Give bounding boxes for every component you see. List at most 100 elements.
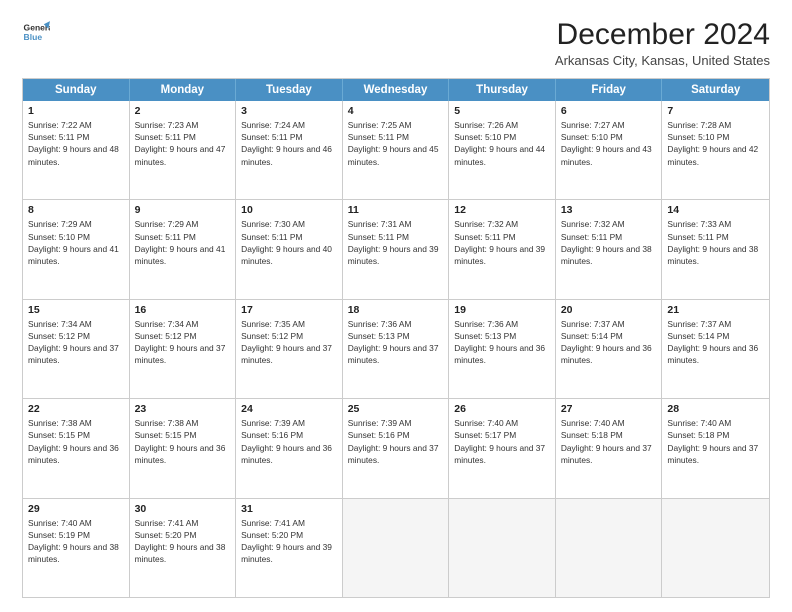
day-number: 29 (28, 503, 124, 515)
calendar-week-3: 15 Sunrise: 7:34 AM Sunset: 5:12 PM Dayli… (23, 299, 769, 398)
cell-info: Sunrise: 7:37 AM Sunset: 5:14 PM Dayligh… (667, 318, 764, 367)
calendar-cell: 28 Sunrise: 7:40 AM Sunset: 5:18 PM Dayli… (662, 399, 769, 497)
calendar: SundayMondayTuesdayWednesdayThursdayFrid… (22, 78, 770, 598)
day-number: 13 (561, 204, 657, 216)
day-number: 21 (667, 304, 764, 316)
calendar-cell (343, 499, 450, 597)
calendar-cell: 21 Sunrise: 7:37 AM Sunset: 5:14 PM Dayli… (662, 300, 769, 398)
header-day-sunday: Sunday (23, 79, 130, 101)
calendar-cell: 3Sunrise: 7:24 AM Sunset: 5:11 PM Daylig… (236, 101, 343, 199)
cell-info: Sunrise: 7:38 AM Sunset: 5:15 PM Dayligh… (135, 417, 231, 466)
day-number: 27 (561, 403, 657, 415)
calendar-cell: 24 Sunrise: 7:39 AM Sunset: 5:16 PM Dayli… (236, 399, 343, 497)
cell-info: Sunrise: 7:40 AM Sunset: 5:18 PM Dayligh… (667, 417, 764, 466)
day-number: 4 (348, 105, 444, 117)
calendar-cell: 31 Sunrise: 7:41 AM Sunset: 5:20 PM Dayli… (236, 499, 343, 597)
calendar-header: SundayMondayTuesdayWednesdayThursdayFrid… (23, 79, 769, 101)
cell-info: Sunrise: 7:36 AM Sunset: 5:13 PM Dayligh… (348, 318, 444, 367)
day-number: 9 (135, 204, 231, 216)
cell-info: Sunrise: 7:32 AM Sunset: 5:11 PM Dayligh… (454, 218, 550, 267)
calendar-cell: 20Sunrise: 7:37 AM Sunset: 5:14 PM Dayli… (556, 300, 663, 398)
day-number: 28 (667, 403, 764, 415)
header-day-tuesday: Tuesday (236, 79, 343, 101)
day-number: 23 (135, 403, 231, 415)
header-day-friday: Friday (556, 79, 663, 101)
day-number: 31 (241, 503, 337, 515)
header-day-saturday: Saturday (662, 79, 769, 101)
day-number: 17 (241, 304, 337, 316)
cell-info: Sunrise: 7:25 AM Sunset: 5:11 PM Dayligh… (348, 119, 444, 168)
calendar-cell: 10 Sunrise: 7:30 AM Sunset: 5:11 PM Dayli… (236, 200, 343, 298)
cell-info: Sunrise: 7:30 AM Sunset: 5:11 PM Dayligh… (241, 218, 337, 267)
calendar-cell: 9 Sunrise: 7:29 AM Sunset: 5:11 PM Daylig… (130, 200, 237, 298)
header-day-wednesday: Wednesday (343, 79, 450, 101)
calendar-cell: 26Sunrise: 7:40 AM Sunset: 5:17 PM Dayli… (449, 399, 556, 497)
calendar-cell (662, 499, 769, 597)
calendar-cell: 7 Sunrise: 7:28 AM Sunset: 5:10 PM Daylig… (662, 101, 769, 199)
cell-info: Sunrise: 7:39 AM Sunset: 5:16 PM Dayligh… (241, 417, 337, 466)
cell-info: Sunrise: 7:39 AM Sunset: 5:16 PM Dayligh… (348, 417, 444, 466)
calendar-cell: 29 Sunrise: 7:40 AM Sunset: 5:19 PM Dayli… (23, 499, 130, 597)
day-number: 24 (241, 403, 337, 415)
logo-icon: General Blue (22, 18, 50, 46)
day-number: 10 (241, 204, 337, 216)
day-number: 8 (28, 204, 124, 216)
cell-info: Sunrise: 7:37 AM Sunset: 5:14 PM Dayligh… (561, 318, 657, 367)
calendar-body: 1 Sunrise: 7:22 AM Sunset: 5:11 PM Daylig… (23, 101, 769, 597)
cell-info: Sunrise: 7:24 AM Sunset: 5:11 PM Dayligh… (241, 119, 337, 168)
calendar-cell: 15 Sunrise: 7:34 AM Sunset: 5:12 PM Dayli… (23, 300, 130, 398)
calendar-cell: 18 Sunrise: 7:36 AM Sunset: 5:13 PM Dayli… (343, 300, 450, 398)
header-row: General Blue December 2024 Arkansas City… (22, 18, 770, 68)
calendar-cell: 22Sunrise: 7:38 AM Sunset: 5:15 PM Dayli… (23, 399, 130, 497)
calendar-cell (556, 499, 663, 597)
calendar-cell: 2Sunrise: 7:23 AM Sunset: 5:11 PM Daylig… (130, 101, 237, 199)
calendar-cell: 4 Sunrise: 7:25 AM Sunset: 5:11 PM Daylig… (343, 101, 450, 199)
day-number: 25 (348, 403, 444, 415)
calendar-cell: 27 Sunrise: 7:40 AM Sunset: 5:18 PM Dayli… (556, 399, 663, 497)
day-number: 14 (667, 204, 764, 216)
cell-info: Sunrise: 7:41 AM Sunset: 5:20 PM Dayligh… (241, 517, 337, 566)
cell-info: Sunrise: 7:33 AM Sunset: 5:11 PM Dayligh… (667, 218, 764, 267)
calendar-cell: 8 Sunrise: 7:29 AM Sunset: 5:10 PM Daylig… (23, 200, 130, 298)
cell-info: Sunrise: 7:22 AM Sunset: 5:11 PM Dayligh… (28, 119, 124, 168)
day-number: 22 (28, 403, 124, 415)
calendar-cell: 30Sunrise: 7:41 AM Sunset: 5:20 PM Dayli… (130, 499, 237, 597)
cell-info: Sunrise: 7:40 AM Sunset: 5:18 PM Dayligh… (561, 417, 657, 466)
day-number: 26 (454, 403, 550, 415)
day-number: 1 (28, 105, 124, 117)
cell-info: Sunrise: 7:28 AM Sunset: 5:10 PM Dayligh… (667, 119, 764, 168)
main-title: December 2024 (555, 18, 770, 51)
day-number: 5 (454, 105, 550, 117)
calendar-cell: 17 Sunrise: 7:35 AM Sunset: 5:12 PM Dayli… (236, 300, 343, 398)
title-block: December 2024 Arkansas City, Kansas, Uni… (555, 18, 770, 68)
day-number: 7 (667, 105, 764, 117)
cell-info: Sunrise: 7:31 AM Sunset: 5:11 PM Dayligh… (348, 218, 444, 267)
cell-info: Sunrise: 7:34 AM Sunset: 5:12 PM Dayligh… (135, 318, 231, 367)
cell-info: Sunrise: 7:40 AM Sunset: 5:19 PM Dayligh… (28, 517, 124, 566)
calendar-week-1: 1 Sunrise: 7:22 AM Sunset: 5:11 PM Daylig… (23, 101, 769, 199)
logo: General Blue (22, 18, 50, 46)
cell-info: Sunrise: 7:29 AM Sunset: 5:10 PM Dayligh… (28, 218, 124, 267)
cell-info: Sunrise: 7:35 AM Sunset: 5:12 PM Dayligh… (241, 318, 337, 367)
day-number: 18 (348, 304, 444, 316)
day-number: 2 (135, 105, 231, 117)
calendar-cell: 13 Sunrise: 7:32 AM Sunset: 5:11 PM Dayli… (556, 200, 663, 298)
cell-info: Sunrise: 7:41 AM Sunset: 5:20 PM Dayligh… (135, 517, 231, 566)
cell-info: Sunrise: 7:29 AM Sunset: 5:11 PM Dayligh… (135, 218, 231, 267)
calendar-cell: 5Sunrise: 7:26 AM Sunset: 5:10 PM Daylig… (449, 101, 556, 199)
calendar-cell: 16Sunrise: 7:34 AM Sunset: 5:12 PM Dayli… (130, 300, 237, 398)
calendar-cell: 19Sunrise: 7:36 AM Sunset: 5:13 PM Dayli… (449, 300, 556, 398)
day-number: 6 (561, 105, 657, 117)
svg-text:Blue: Blue (24, 32, 43, 42)
day-number: 15 (28, 304, 124, 316)
subtitle: Arkansas City, Kansas, United States (555, 53, 770, 68)
calendar-week-4: 22 Sunrise: 7:38 AM Sunset: 5:15 PM Dayli… (23, 398, 769, 497)
cell-info: Sunrise: 7:27 AM Sunset: 5:10 PM Dayligh… (561, 119, 657, 168)
calendar-cell: 11Sunrise: 7:31 AM Sunset: 5:11 PM Dayli… (343, 200, 450, 298)
day-number: 19 (454, 304, 550, 316)
header-day-thursday: Thursday (449, 79, 556, 101)
calendar-cell: 23 Sunrise: 7:38 AM Sunset: 5:15 PM Dayli… (130, 399, 237, 497)
cell-info: Sunrise: 7:34 AM Sunset: 5:12 PM Dayligh… (28, 318, 124, 367)
cell-info: Sunrise: 7:32 AM Sunset: 5:11 PM Dayligh… (561, 218, 657, 267)
calendar-week-5: 29 Sunrise: 7:40 AM Sunset: 5:19 PM Dayli… (23, 498, 769, 597)
